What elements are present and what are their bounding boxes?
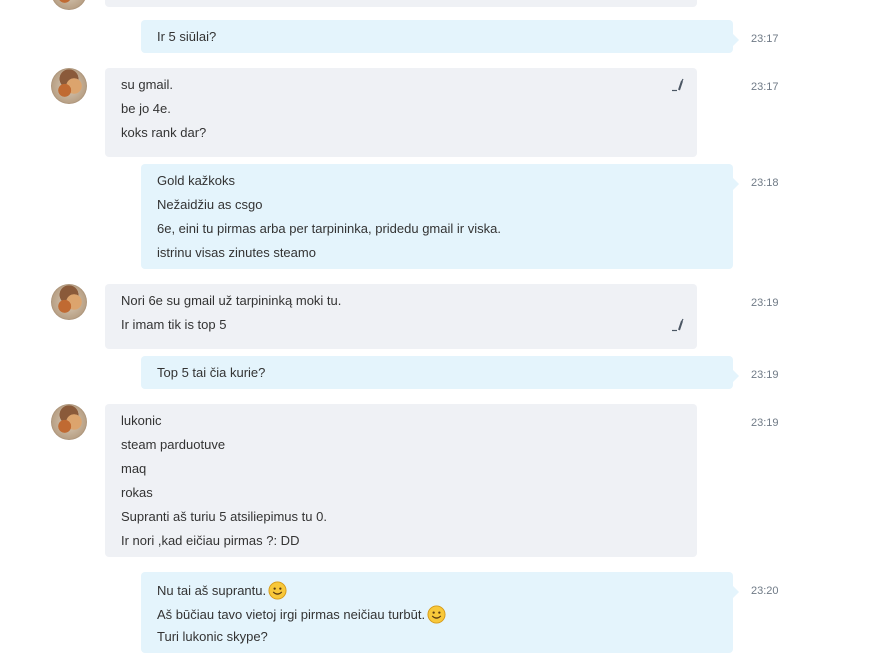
previous-message-bubble	[105, 0, 697, 7]
contact-avatar[interactable]	[51, 404, 87, 440]
message-line: Aš būčiau tavo vietoj irgi pirmas neičia…	[157, 605, 717, 629]
contact-avatar[interactable]	[51, 284, 87, 320]
outgoing-message[interactable]: Gold kažkoks Nežaidžiu as csgo 6e, eini …	[141, 164, 739, 269]
message-text: Supranti aš turiu 5 atsiliepimus tu 0.	[121, 509, 327, 524]
pencil-edit-icon[interactable]	[671, 318, 685, 332]
message-timestamp: 23:17	[751, 81, 779, 93]
message-text: istrinu visas zinutes steamo	[157, 245, 316, 260]
message-text: Nežaidžiu as csgo	[157, 197, 263, 212]
message-text: steam parduotuve	[121, 437, 226, 452]
message-text: Top 5 tai čia kurie?	[157, 365, 266, 380]
incoming-message[interactable]: lukonic steam parduotuve maq rokas Supra…	[105, 404, 697, 557]
message-text: Nori 6e su gmail už tarpininką moki tu.	[121, 293, 342, 308]
message-text: Aš būčiau tavo vietoj irgi pirmas neičia…	[157, 607, 426, 622]
message-text: Gold kažkoks	[157, 173, 236, 188]
message-text: Nu tai aš suprantu.	[157, 583, 267, 598]
message-timestamp: 23:20	[751, 585, 779, 597]
message-timestamp: 23:19	[751, 417, 779, 429]
message-text: Ir imam tik is top 5	[121, 317, 227, 332]
message-text: 6e, eini tu pirmas arba per tarpininka, …	[157, 221, 501, 236]
message-text: be jo 4e.	[121, 101, 171, 116]
message-timestamp: 23:17	[751, 33, 779, 45]
message-text: rokas	[121, 485, 153, 500]
message-text: su gmail.	[121, 77, 174, 92]
pencil-edit-icon[interactable]	[671, 78, 685, 92]
message-timestamp: 23:19	[751, 297, 779, 309]
message-timestamp: 23:19	[751, 369, 779, 381]
message-timestamp: 23:18	[751, 177, 779, 189]
contact-avatar[interactable]	[51, 68, 87, 104]
message-text: Ir 5 siūlai?	[157, 29, 217, 44]
message-line: Nu tai aš suprantu.	[157, 581, 717, 605]
message-text: Turi lukonic skype?	[157, 629, 268, 644]
outgoing-message[interactable]: Nu tai aš suprantu. Aš būčiau tavo vieto…	[141, 572, 739, 653]
message-text: koks rank dar?	[121, 125, 207, 140]
incoming-message[interactable]: Nori 6e su gmail už tarpininką moki tu. …	[105, 284, 697, 349]
chat-history: Ir 5 siūlai? 23:17 su gmail. be jo 4e. k…	[0, 0, 884, 662]
smiley-emoticon-icon	[268, 581, 287, 600]
outgoing-message[interactable]: Top 5 tai čia kurie?	[141, 356, 739, 389]
message-text: maq	[121, 461, 147, 476]
message-text: Ir nori ,kad eičiau pirmas ?: DD	[121, 533, 300, 548]
smiley-emoticon-icon	[427, 605, 446, 624]
incoming-message[interactable]: su gmail. be jo 4e. koks rank dar?	[105, 68, 697, 157]
outgoing-message[interactable]: Ir 5 siūlai?	[141, 20, 739, 53]
message-text: lukonic	[121, 413, 162, 428]
contact-avatar[interactable]	[51, 0, 87, 10]
